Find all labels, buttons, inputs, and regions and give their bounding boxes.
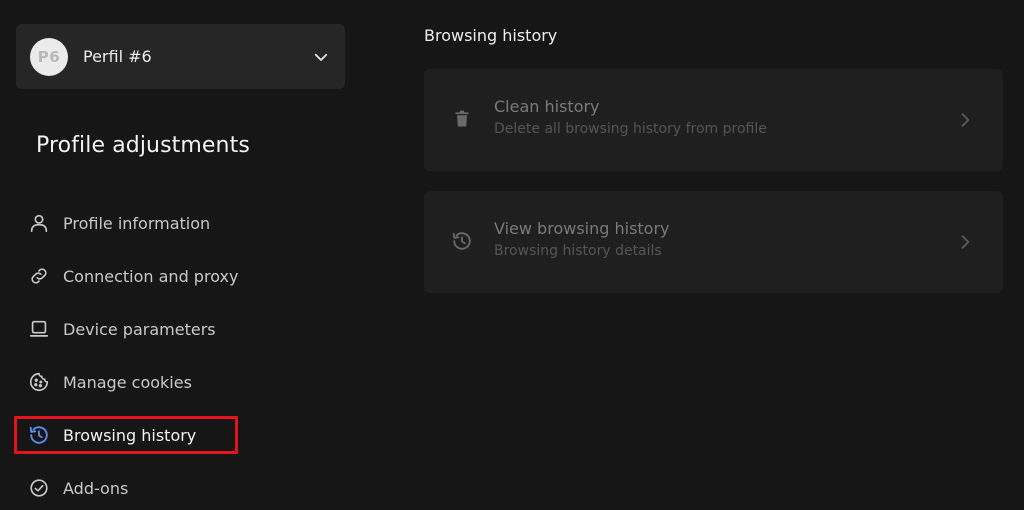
view-browsing-history-card[interactable]: View browsing history Browsing history d… [424, 191, 1003, 293]
sidebar-item-label: Manage cookies [63, 372, 192, 392]
sidebar-item-label: Profile information [63, 213, 211, 233]
link-icon [28, 265, 50, 287]
sidebar-item-manage-cookies[interactable]: Manage cookies [16, 363, 238, 401]
sidebar-item-connection-and-proxy[interactable]: Connection and proxy [16, 257, 238, 295]
history-icon [451, 230, 473, 252]
profile-name: Perfil #6 [83, 47, 152, 66]
profile-selector[interactable]: P6 Perfil #6 [16, 24, 345, 89]
card-subtitle: Browsing history details [494, 243, 662, 259]
sidebar-title: Profile adjustments [36, 133, 250, 158]
trash-icon [451, 108, 473, 130]
card-title: View browsing history [494, 219, 670, 238]
page-title: Browsing history [424, 26, 558, 45]
clean-history-card[interactable]: Clean history Delete all browsing histor… [424, 69, 1003, 171]
laptop-icon [28, 318, 50, 340]
sidebar-item-label: Add-ons [63, 478, 129, 498]
sidebar-item-profile-information[interactable]: Profile information [16, 204, 238, 242]
card-subtitle: Delete all browsing history from profile [494, 121, 767, 137]
card-text: Clean history Delete all browsing histor… [494, 97, 767, 137]
user-icon [28, 212, 50, 234]
chevron-down-icon[interactable] [312, 48, 330, 66]
chevron-right-icon [961, 235, 970, 249]
sidebar-item-browsing-history[interactable]: Browsing history [14, 416, 238, 454]
card-text: View browsing history Browsing history d… [494, 219, 670, 259]
sidebar-item-device-parameters[interactable]: Device parameters [16, 310, 238, 348]
card-title: Clean history [494, 97, 600, 116]
chevron-right-icon [961, 113, 970, 127]
history-icon [28, 424, 50, 446]
avatar: P6 [30, 37, 68, 76]
sidebar-item-add-ons[interactable]: Add-ons [16, 469, 238, 507]
sidebar-item-label: Device parameters [63, 319, 216, 339]
sidebar-item-label: Browsing history [63, 425, 197, 445]
check-circle-icon [28, 477, 50, 499]
cookie-icon [28, 371, 50, 393]
sidebar-item-label: Connection and proxy [63, 266, 239, 286]
